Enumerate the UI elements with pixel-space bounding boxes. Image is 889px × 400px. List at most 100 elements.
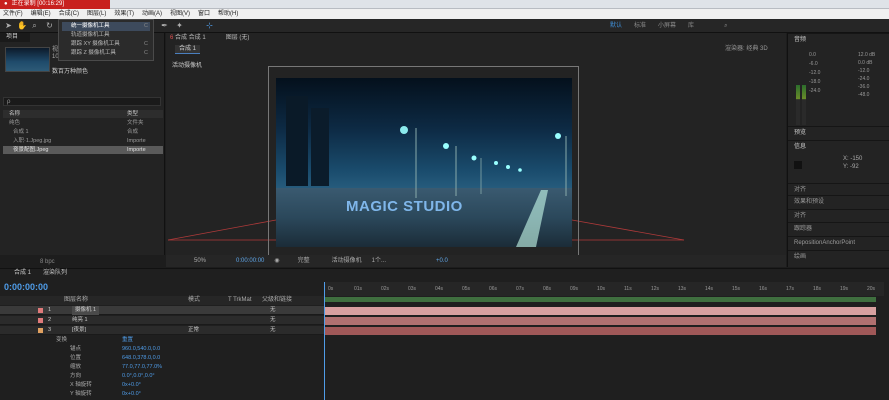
pin-tool-icon[interactable]: ✦ bbox=[175, 21, 184, 30]
menu-bar: 文件(F) 编辑(E) 合成(C) 图层(L) 效果(T) 动画(A) 视图(V… bbox=[0, 9, 889, 19]
tab-composition[interactable]: 6 合成 合成 1 bbox=[170, 33, 206, 43]
property-row[interactable]: X 轴旋转 0x+0.0° bbox=[0, 381, 324, 390]
layer-bar-image[interactable] bbox=[325, 327, 876, 335]
label-color[interactable] bbox=[38, 308, 43, 313]
orbit-camera-tool[interactable]: 轨道摄像机工具 bbox=[62, 31, 150, 40]
label-color[interactable] bbox=[38, 328, 43, 333]
snapping-icon[interactable]: ⊹ bbox=[205, 21, 214, 30]
pen-tool-icon[interactable]: ✒ bbox=[160, 21, 169, 30]
track-xy-camera-tool[interactable]: 跟踪 XY 摄像机工具 C bbox=[62, 40, 150, 49]
composition-subtab[interactable]: 合成 1 bbox=[175, 45, 201, 54]
col-parent[interactable]: 父级和链接 bbox=[262, 296, 292, 305]
align-panel[interactable]: 对齐 bbox=[788, 209, 889, 221]
timeline-tabs: 合成 1 渲染队列 bbox=[0, 268, 67, 278]
composition-footer: 50% 0:00:00:00 ◉ 完整 活动摄像机 1个... +0.0 bbox=[166, 255, 786, 267]
search-help-icon[interactable]: ⌕ bbox=[724, 19, 727, 33]
project-row[interactable]: 入职·1.Jpeg.jpg Importe bbox=[3, 137, 163, 145]
label-color[interactable] bbox=[38, 318, 43, 323]
workspace-small-screen[interactable]: 小屏幕 bbox=[658, 19, 676, 33]
magnification-dropdown[interactable]: 50% bbox=[194, 255, 206, 267]
column-type[interactable]: 类型 bbox=[127, 110, 138, 118]
property-row[interactable]: 缩放 77.0,77.0,77.0% bbox=[0, 363, 324, 372]
layer-row[interactable]: 3 [夜景] 正常 无 bbox=[0, 326, 324, 335]
record-icon: ● bbox=[4, 1, 8, 7]
timeline-timecode[interactable]: 0:00:00:00 bbox=[4, 282, 48, 292]
recording-bar: ● 正在录制 [00:16:29] bbox=[0, 0, 889, 9]
project-row[interactable]: 合成 1 合成 bbox=[3, 128, 163, 136]
composition-tabs: 6 合成 合成 1 图层 (无) bbox=[170, 33, 249, 43]
col-trkmat[interactable]: T TrkMat bbox=[228, 296, 252, 305]
timeline-header: 图层名称 模式 T TrkMat 父级和链接 bbox=[0, 296, 324, 305]
menu-edit[interactable]: 编辑(E) bbox=[31, 9, 51, 19]
tab-render-queue[interactable]: 渲染队列 bbox=[43, 268, 67, 278]
menu-animation[interactable]: 动画(A) bbox=[142, 9, 162, 19]
views-dropdown[interactable]: 1个... bbox=[372, 255, 386, 267]
work-area-bar[interactable] bbox=[325, 297, 876, 302]
workspace-bar: 默认 标准 小屏幕 库 ⌕ bbox=[600, 19, 889, 33]
camera-tool-dropdown: 统一摄像机工具 C 轨道摄像机工具 跟踪 XY 摄像机工具 C 跟踪 Z 摄像机工具… bbox=[58, 19, 154, 61]
paint-panel[interactable]: 绘画 bbox=[788, 250, 889, 262]
tracker-panel[interactable]: 跟踪器 bbox=[788, 222, 889, 234]
camera-snapshot-icon[interactable]: ◉ bbox=[274, 255, 279, 267]
bpc-label[interactable]: 8 bpc bbox=[40, 259, 55, 265]
col-mode[interactable]: 模式 bbox=[188, 296, 200, 305]
unified-camera-tool[interactable]: 统一摄像机工具 C bbox=[62, 22, 150, 31]
db-scale-right: 12.0 dB 0.0 dB -12.0 -24.0 -36.0 -48.0 bbox=[858, 52, 876, 98]
time-ruler[interactable]: 0s 01s 02s 03s 04s 05s 06s 07s 08s 09s 1… bbox=[324, 282, 884, 296]
current-time[interactable]: 0:00:00:00 bbox=[236, 255, 264, 267]
align-panel-title[interactable]: 对齐 bbox=[788, 183, 889, 195]
menu-composition[interactable]: 合成(C) bbox=[59, 9, 79, 19]
playhead[interactable] bbox=[324, 282, 325, 400]
workspace-default[interactable]: 默认 bbox=[610, 19, 622, 33]
layer-row[interactable]: 1 摄像机 1 无 bbox=[0, 306, 324, 315]
menu-layer[interactable]: 图层(L) bbox=[87, 9, 106, 19]
project-column-header: 名称 类型 bbox=[3, 110, 163, 118]
mode-dropdown[interactable]: 正常 bbox=[188, 326, 199, 335]
column-name[interactable]: 名称 bbox=[9, 110, 20, 118]
audio-panel-title[interactable]: 音频 bbox=[788, 33, 889, 45]
layer-bar-camera[interactable] bbox=[325, 307, 876, 315]
project-tab[interactable]: 项目 bbox=[0, 33, 30, 42]
recording-status[interactable]: ● 正在录制 [00:16:29] bbox=[0, 0, 110, 9]
menu-window[interactable]: 窗口 bbox=[198, 9, 210, 19]
property-row[interactable]: 位置 648.0,378.0,0.0 bbox=[0, 354, 324, 363]
right-panels: 音频 0.0 -6.0 -12.0 -18.0 -24.0 12.0 dB 0.0 dB -… bbox=[787, 33, 889, 267]
effects-presets-panel[interactable]: 效果和预设 bbox=[788, 195, 889, 207]
renderer-label[interactable]: 渲染器: 经典 3D bbox=[725, 45, 768, 54]
project-row-selected[interactable]: 夜景配图.Jpeg Importe bbox=[3, 146, 163, 154]
layer-row[interactable]: 2 纯亮 1 无 bbox=[0, 316, 324, 325]
layer-bar-light[interactable] bbox=[325, 317, 876, 325]
menu-help[interactable]: 帮助(H) bbox=[218, 9, 238, 19]
color-swatch bbox=[794, 161, 802, 169]
workspace-library[interactable]: 库 bbox=[688, 19, 694, 33]
col-layer-name[interactable]: 图层名称 bbox=[64, 296, 88, 305]
tab-layer[interactable]: 图层 (无) bbox=[226, 33, 250, 43]
menu-effect[interactable]: 效果(T) bbox=[114, 9, 134, 19]
reset-link[interactable]: 重置 bbox=[122, 336, 133, 345]
exposure-value[interactable]: +0.0 bbox=[436, 255, 448, 267]
rotate-tool-icon[interactable]: ↻ bbox=[45, 21, 54, 30]
menu-file[interactable]: 文件(F) bbox=[3, 9, 23, 19]
composition-image[interactable]: MAGIC STUDIO bbox=[276, 78, 572, 247]
property-row[interactable]: 锚点 960.0,540.0,0.0 bbox=[0, 345, 324, 354]
property-row[interactable]: 方向 0.0°,0.0°,0.0° bbox=[0, 372, 324, 381]
workspace-standard[interactable]: 标准 bbox=[634, 19, 646, 33]
hand-tool-icon[interactable]: ✋ bbox=[17, 21, 27, 30]
project-row[interactable]: 纯色 文件夹 bbox=[3, 119, 163, 127]
project-panel: 项目 视觉1000 x 数百万种颜色 ρ 名称 类型 纯色文件夹 合成 1合成 … bbox=[0, 33, 165, 265]
thumbnail-caption: 数百万种颜色 bbox=[52, 69, 89, 75]
selection-tool-icon[interactable]: ➤ bbox=[4, 21, 13, 30]
preview-panel-title[interactable]: 预览 bbox=[788, 126, 889, 138]
track-z-camera-tool[interactable]: 跟踪 Z 摄像机工具 C bbox=[62, 49, 150, 58]
zoom-tool-icon[interactable]: ⌕ bbox=[30, 21, 39, 30]
resolution-dropdown[interactable]: 完整 bbox=[298, 255, 310, 267]
reposition-anchor-panel[interactable]: RepositionAnchorPoint bbox=[788, 236, 889, 248]
transform-group[interactable]: 变换 重置 bbox=[0, 336, 324, 345]
active-camera-dropdown[interactable]: 活动摄像机 bbox=[332, 255, 362, 267]
db-scale: 0.0 -6.0 -12.0 -18.0 -24.0 bbox=[809, 52, 821, 94]
menu-view[interactable]: 视图(V) bbox=[170, 9, 190, 19]
project-search-input[interactable]: ρ bbox=[3, 97, 161, 106]
info-panel-title[interactable]: 信息 bbox=[788, 140, 889, 152]
tab-comp-1[interactable]: 合成 1 bbox=[14, 268, 31, 278]
property-row[interactable]: Y 轴旋转 0x+0.0° bbox=[0, 390, 324, 399]
